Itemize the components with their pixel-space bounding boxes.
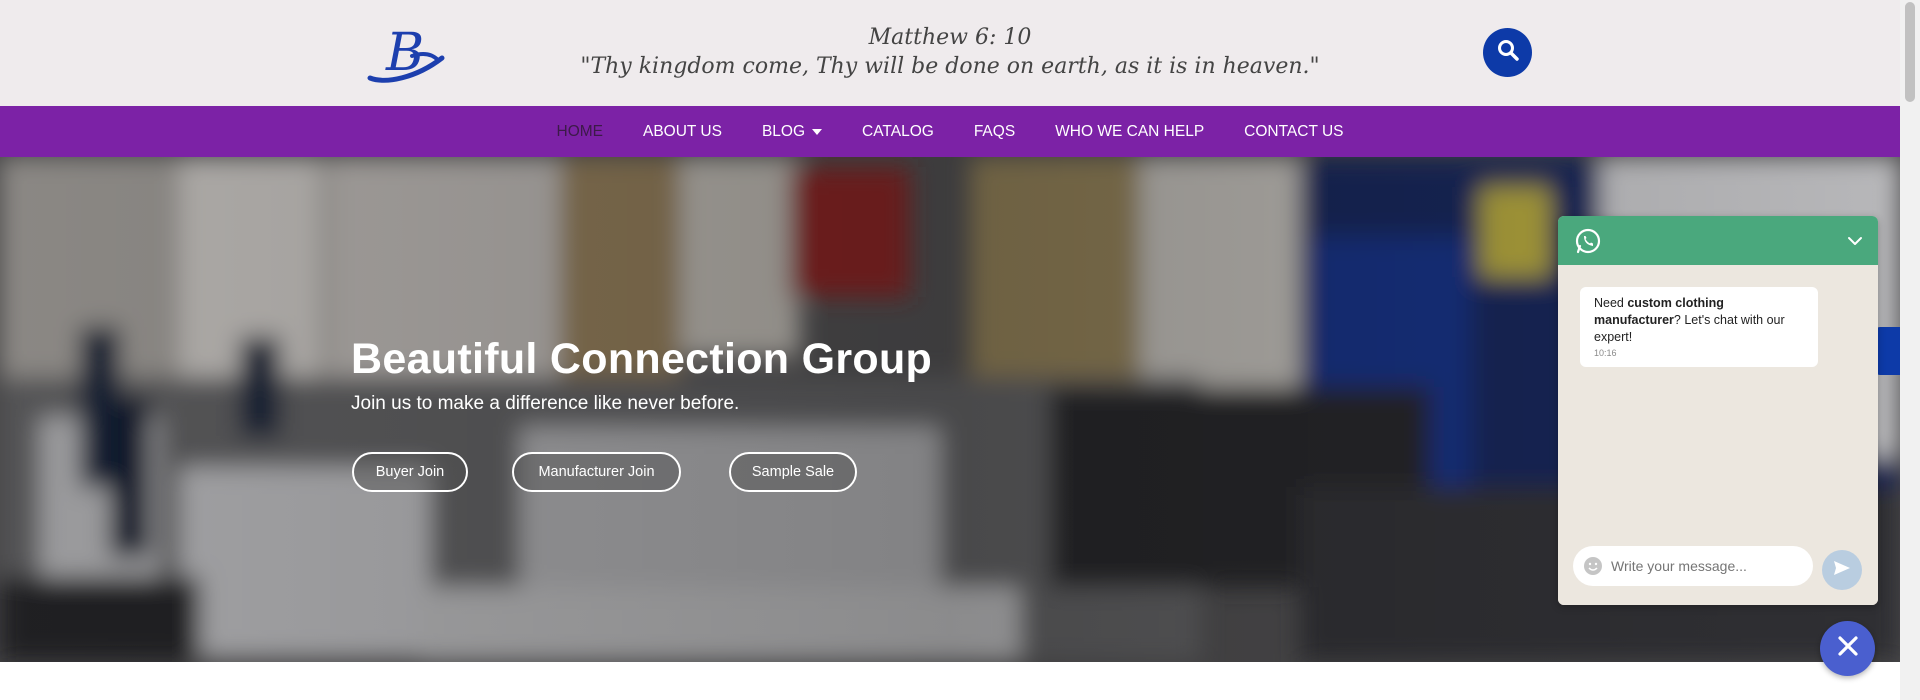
scrollbar-thumb[interactable] (1905, 2, 1915, 102)
nav-item-about-us[interactable]: ABOUT US (623, 106, 742, 157)
sample-sale-button[interactable]: Sample Sale (729, 452, 857, 492)
chevron-down-icon[interactable] (1846, 232, 1864, 250)
chat-header (1558, 216, 1878, 265)
nav-item-label: FAQS (973, 122, 1016, 140)
nav-item-label: BLOG (761, 122, 806, 140)
search-icon (1496, 38, 1520, 67)
send-icon (1832, 558, 1852, 583)
nav-item-who-we-can-help[interactable]: WHO WE CAN HELP (1035, 106, 1224, 157)
hero-title: Beautiful Connection Group (351, 335, 933, 383)
nav-item-label: CONTACT US (1244, 122, 1344, 140)
b-logo-icon[interactable]: B (366, 22, 446, 88)
close-icon (1836, 634, 1860, 663)
bible-verse: Matthew 6: 10 "Thy kingdom come, Thy wil… (560, 24, 1340, 82)
site-header: B Matthew 6: 10 "Thy kingdom come, Thy w… (0, 0, 1900, 106)
chat-message-bubble: Need custom clothing manufacturer? Let's… (1580, 287, 1818, 367)
send-button[interactable] (1822, 550, 1862, 590)
whatsapp-chat-widget: Need custom clothing manufacturer? Let's… (1558, 216, 1878, 605)
main-nav: HOME ABOUT US BLOG CATALOG FAQS WHO WE C… (0, 106, 1900, 157)
nav-item-label: ABOUT US (643, 122, 722, 140)
chat-message-input[interactable] (1611, 558, 1791, 574)
chat-message-prefix: Need (1594, 296, 1628, 310)
chat-input-box[interactable] (1573, 546, 1813, 586)
nav-item-faqs[interactable]: FAQS (954, 106, 1035, 157)
verse-text: "Thy kingdom come, Thy will be done on e… (580, 54, 1320, 79)
buyer-join-button[interactable]: Buyer Join (352, 452, 468, 492)
side-feedback-tab[interactable] (1876, 327, 1900, 375)
nav-item-label: CATALOG (862, 122, 934, 140)
whatsapp-icon (1575, 228, 1601, 254)
chat-message-time: 10:16 (1594, 348, 1617, 358)
vertical-scrollbar[interactable] (1900, 0, 1920, 700)
nav-item-label: HOME (556, 122, 604, 140)
nav-item-catalog[interactable]: CATALOG (842, 106, 954, 157)
close-chat-button[interactable] (1820, 621, 1875, 676)
nav-item-contact-us[interactable]: CONTACT US (1224, 106, 1363, 157)
chat-message-text: Need custom clothing manufacturer? Let's… (1594, 295, 1804, 346)
nav-item-home[interactable]: HOME (537, 106, 624, 157)
verse-reference: Matthew 6: 10 (868, 25, 1032, 50)
hero-subtitle: Join us to make a difference like never … (351, 393, 740, 414)
nav-item-blog[interactable]: BLOG (742, 106, 842, 157)
manufacturer-join-button[interactable]: Manufacturer Join (512, 452, 681, 492)
page: B Matthew 6: 10 "Thy kingdom come, Thy w… (0, 0, 1920, 700)
caret-down-icon (812, 128, 823, 135)
smile-icon[interactable] (1583, 556, 1603, 576)
search-button[interactable] (1483, 28, 1532, 77)
nav-item-label: WHO WE CAN HELP (1055, 122, 1205, 140)
